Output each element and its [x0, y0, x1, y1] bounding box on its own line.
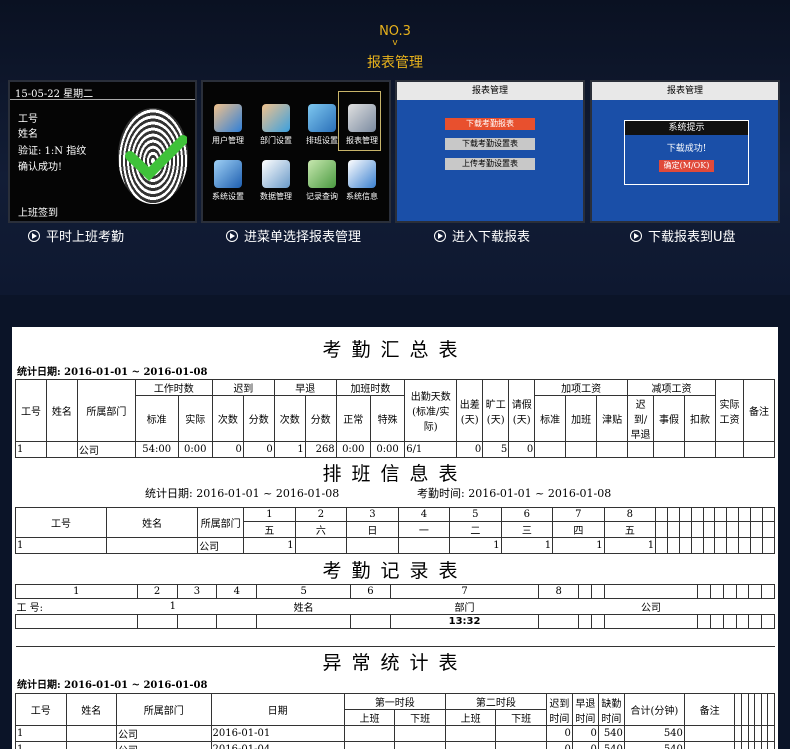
abnormal-table: 工号 姓名 所属部门 日期 第一时段 第二时段 迟到时间 早退时间 缺勤时间 合…: [15, 693, 775, 749]
dialog-title: 系统提示: [625, 121, 748, 135]
schedule-title: 排班信息表: [322, 463, 468, 485]
ok-button[interactable]: 确定(M/OK): [659, 160, 714, 172]
abnormal-title: 异常统计表: [322, 652, 468, 674]
menu-system-info[interactable]: 系统信息: [341, 160, 383, 202]
menu-record-query[interactable]: 记录查询: [301, 160, 343, 202]
screen-punch-in: 15-05-22 星期二 工号 姓名 验证: 1:N 指纹 确认成功! 上班签到: [8, 80, 197, 223]
schedule-time: 考勤时间: 2016-01-01 ~ 2016-01-08: [417, 487, 612, 500]
table-row: 1 公司 54:00 0:00 0 01 268 0:00 0:00 6/1 05 0: [15, 441, 776, 458]
record-time: 13:32: [389, 614, 540, 629]
report-document: 考勤汇总表 统计日期: 2016-01-01 ~ 2016-01-08 工号 姓…: [12, 327, 778, 749]
query-icon: [308, 160, 336, 188]
table-row: 1 公司 1 11 11: [14, 537, 776, 554]
menu-data-management[interactable]: 数据管理: [255, 160, 297, 202]
caption-2: 进菜单选择报表管理: [226, 226, 361, 245]
screen-title: 报表管理: [592, 82, 778, 100]
device-datetime: 15-05-22 星期二: [10, 82, 195, 100]
screen-report-menu: 报表管理 下载考勤报表 下载考勤设置表 上传考勤设置表: [395, 80, 585, 223]
summary-period: 统计日期: 2016-01-01 ~ 2016-01-08: [17, 367, 208, 378]
summary-title: 考勤汇总表: [322, 339, 468, 361]
schedule-period: 统计日期: 2016-01-01 ~ 2016-01-08: [145, 487, 340, 500]
label-verify: 验证: 1:N 指纹: [18, 146, 87, 157]
record-table: 12 34 56 78 工 号: 1 姓名 部门 公司 13:32: [15, 584, 775, 647]
settings-icon: [214, 160, 242, 188]
step-number: NO.3: [379, 24, 411, 39]
dialog-message: 下载成功!: [666, 144, 707, 154]
caption-3: 进入下载报表: [434, 226, 530, 245]
upload-settings-button[interactable]: 上传考勤设置表: [445, 158, 535, 170]
download-attendance-report-button[interactable]: 下载考勤报表: [445, 118, 535, 130]
label-confirm: 确认成功!: [18, 162, 63, 173]
label-name: 姓名: [18, 129, 38, 140]
record-title: 考勤记录表: [322, 560, 468, 582]
download-settings-button[interactable]: 下载考勤设置表: [445, 138, 535, 150]
menu-selection-highlight: [338, 91, 381, 151]
caption-1: 平时上班考勤: [28, 226, 124, 245]
caption-4: 下载报表到U盘: [630, 226, 736, 245]
screen-download-success: 报表管理 系统提示 下载成功! 确定(M/OK): [590, 80, 780, 223]
play-icon: [226, 229, 238, 242]
table-row: 1 公司 2016-01-01 00 540 540: [15, 725, 775, 742]
abnormal-period: 统计日期: 2016-01-01 ~ 2016-01-08: [17, 680, 208, 691]
menu-shift[interactable]: 排班设置: [301, 104, 343, 146]
label-id: 工号: [18, 114, 38, 125]
play-icon: [434, 229, 446, 242]
table-row: 1 公司2016-01-04 00 540540: [15, 741, 775, 749]
schedule-table: 工号 姓名 所属部门 12 34 56 78 五六 日一 二三 四五 1 公司 …: [14, 507, 776, 554]
step-arrow: v: [392, 38, 398, 48]
step-title: 报表管理: [367, 55, 423, 71]
database-icon: [262, 160, 290, 188]
info-icon: [348, 160, 376, 188]
user-icon: [214, 104, 242, 132]
play-icon: [28, 229, 40, 242]
system-dialog: 系统提示 下载成功! 确定(M/OK): [624, 120, 749, 185]
schedule-icon: [308, 104, 336, 132]
screen-title: 报表管理: [397, 82, 583, 100]
play-icon: [630, 229, 642, 242]
department-icon: [262, 104, 290, 132]
checkmark-icon: [125, 135, 187, 181]
menu-system-settings[interactable]: 系统设置: [207, 160, 249, 202]
summary-table: 工号 姓名 所属部门 工作时数 迟到 早退 加班时数 出勤天数(标准/实际) 出…: [15, 379, 776, 458]
menu-user-management[interactable]: 用户管理: [207, 104, 249, 146]
punch-status: 上班签到: [18, 208, 58, 219]
menu-department[interactable]: 部门设置: [255, 104, 297, 146]
